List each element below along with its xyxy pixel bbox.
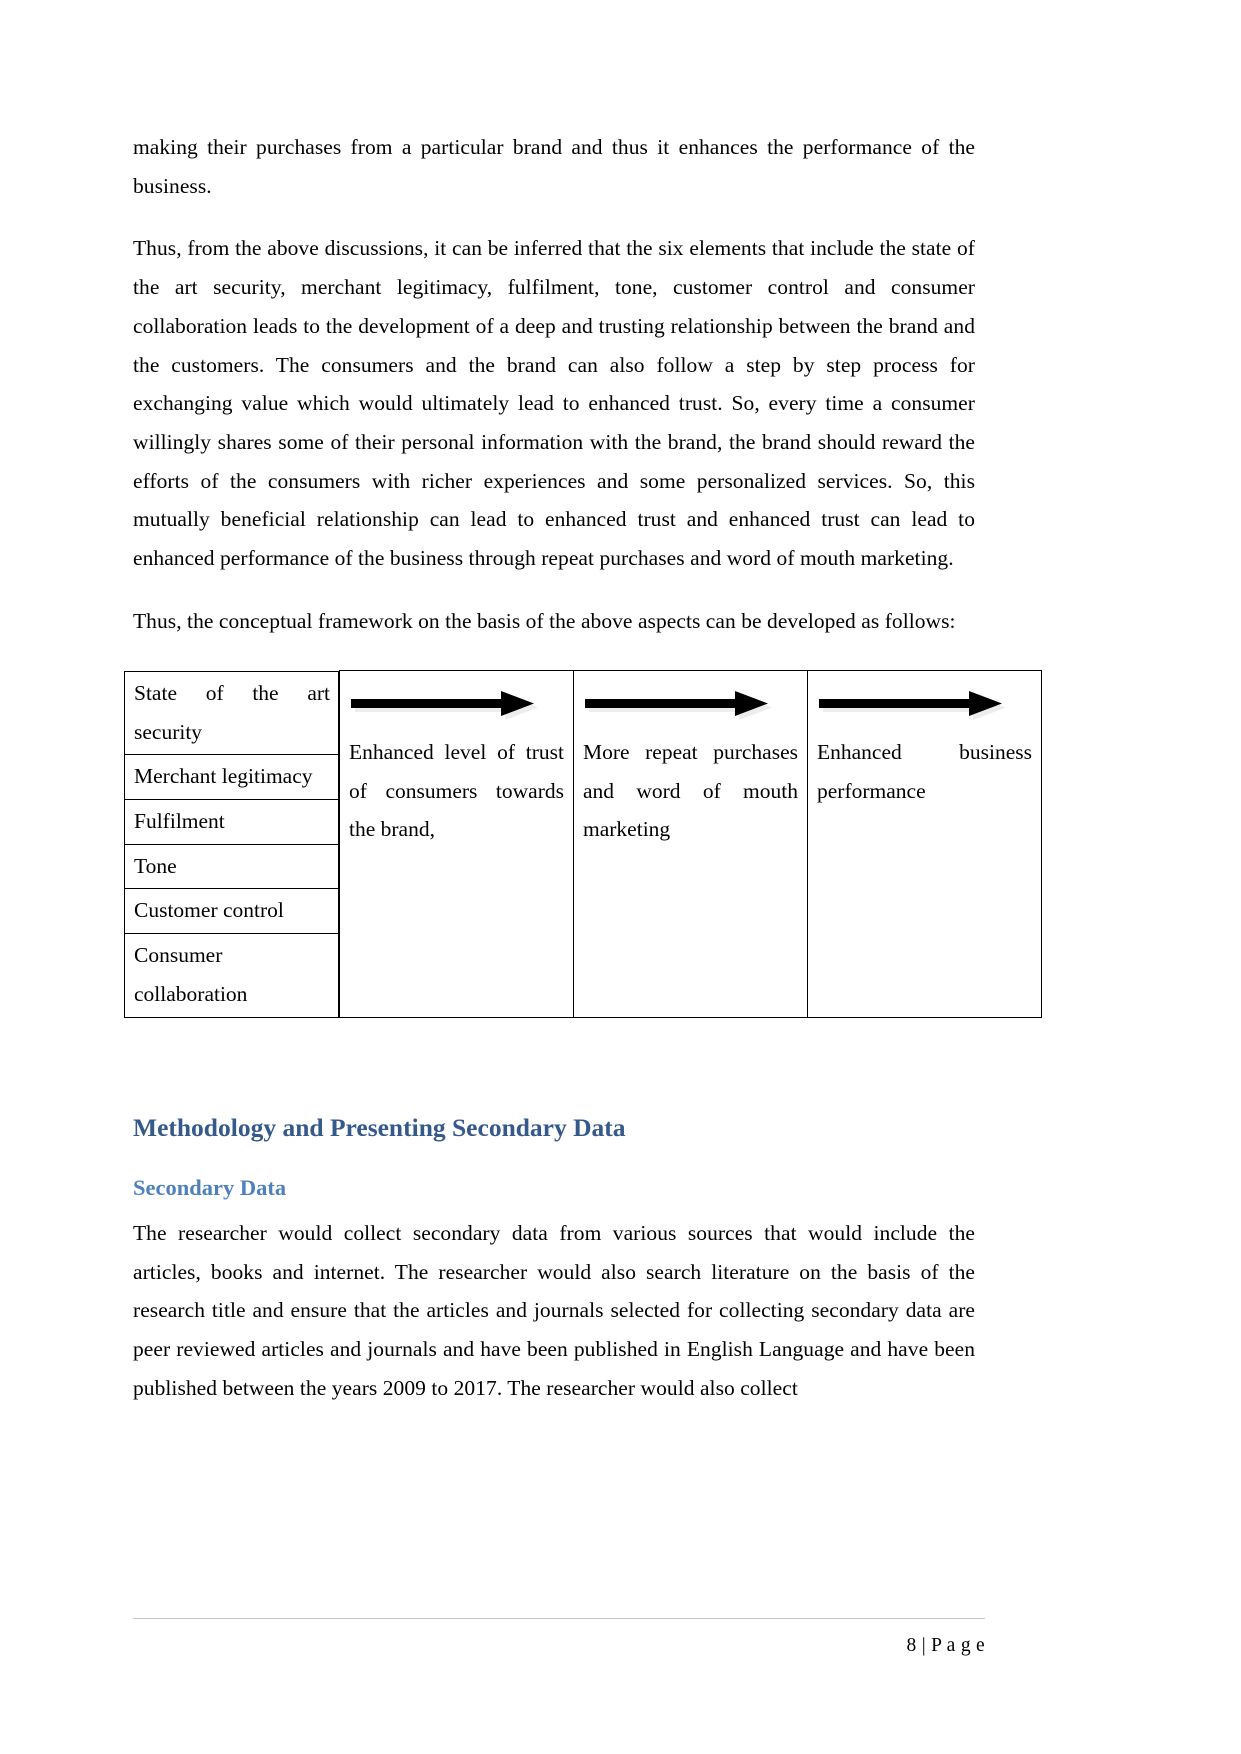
element-consumer-collaboration: Consumer collaboration (124, 933, 339, 1018)
framework-row: State of the art security Merchant legit… (124, 670, 1042, 1019)
right-arrow-icon (349, 671, 564, 733)
conceptual-framework-table: State of the art security Merchant legit… (124, 670, 1042, 1019)
right-arrow-icon (583, 671, 798, 733)
element-row: Customer control (124, 888, 339, 935)
spacer-after-section-heading (133, 1143, 975, 1174)
element-row: Consumer collaboration (124, 933, 339, 1018)
paragraph-3: Thus, the conceptual framework on the ba… (133, 608, 956, 633)
elements-list-table: State of the art security Merchant legit… (124, 670, 339, 1018)
paragraph-2: Thus, from the above discussions, it can… (133, 236, 975, 571)
element-row: State of the art security (124, 670, 339, 756)
framework-elements-column: State of the art security Merchant legit… (124, 670, 340, 1018)
page-footer: 8 | P a g e (133, 1618, 985, 1663)
sub-heading-secondary-data: Secondary Data (133, 1175, 287, 1201)
framework-stage-3-cell: Enhanced business performance (807, 670, 1042, 1019)
element-state-of-the-art-security: State of the art security (124, 670, 339, 756)
element-row: Tone (124, 843, 339, 890)
paragraph-1: making their purchases from a particular… (133, 135, 975, 198)
section-heading-methodology: Methodology and Presenting Secondary Dat… (133, 1113, 626, 1143)
page-content: making their purchases from a particular… (124, 128, 1042, 1432)
element-row: Merchant legitimacy (124, 754, 339, 801)
footer-page-number: 8 | P a g e (906, 1635, 985, 1656)
framework-stage-2-text: More repeat purchases and word of mouth … (583, 740, 798, 842)
right-arrow-icon (817, 671, 1032, 733)
element-fulfilment: Fulfilment (124, 799, 339, 845)
framework-stage-1-text: Enhanced level of trust of consumers tow… (349, 740, 564, 842)
paragraph-secondary-data: The researcher would collect secondary d… (133, 1221, 975, 1400)
framework-stage-2-cell: More repeat purchases and word of mouth … (573, 670, 808, 1019)
spacer-before-section-heading (133, 1018, 975, 1113)
element-merchant-legitimacy: Merchant legitimacy (124, 754, 339, 801)
element-row: Fulfilment (124, 799, 339, 845)
document-page: making their purchases from a particular… (0, 0, 1241, 1754)
framework-stage-1-cell: Enhanced level of trust of consumers tow… (339, 670, 574, 1019)
framework-stage-3-text: Enhanced business performance (817, 740, 1032, 803)
spacer-after-sub-heading (133, 1202, 975, 1214)
element-tone: Tone (124, 843, 339, 890)
element-customer-control: Customer control (124, 888, 339, 935)
